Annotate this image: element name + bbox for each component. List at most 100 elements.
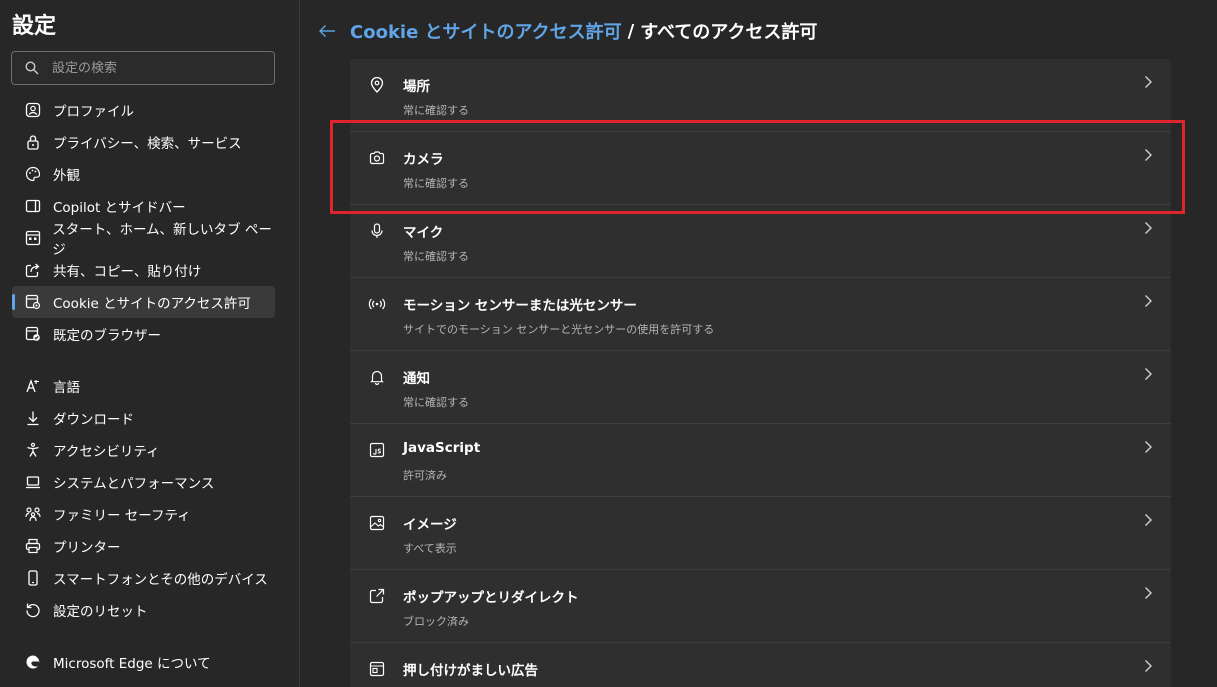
- accessibility-icon: [24, 441, 42, 459]
- permission-row-camera[interactable]: カメラ 常に確認する: [350, 132, 1171, 205]
- breadcrumb-separator: /: [627, 20, 635, 42]
- chevron-right-icon: [1143, 294, 1153, 308]
- sidebar-nav: プロファイル プライバシー、検索、サービス 外観 Copilot とサイドバー …: [12, 94, 275, 678]
- sidebar-item-label: プリンター: [53, 540, 121, 556]
- popup-icon: [368, 587, 386, 605]
- main-content: Cookie とサイトのアクセス許可 / すべてのアクセス許可 場所 常に確認す…: [300, 0, 1217, 687]
- search-box[interactable]: [11, 51, 275, 85]
- printer-icon: [24, 537, 42, 555]
- permission-row-images[interactable]: イメージ すべて表示: [350, 497, 1171, 570]
- sidebar-item-label: ダウンロード: [53, 412, 134, 428]
- chevron-right-icon: [1143, 659, 1153, 673]
- sidebar-item-cookies[interactable]: Cookie とサイトのアクセス許可: [12, 286, 275, 318]
- phone-icon: [24, 569, 42, 587]
- profile-icon: [24, 101, 42, 119]
- sidebar-item-label: スタート、ホーム、新しいタブ ページ: [52, 222, 272, 258]
- permission-row-location[interactable]: 場所 常に確認する: [350, 59, 1171, 132]
- permission-row-motion-sensors[interactable]: モーション センサーまたは光センサー サイトでのモーション センサーと光センサー…: [350, 278, 1171, 351]
- sidebar-item-label: 既定のブラウザー: [53, 328, 161, 344]
- chevron-right-icon: [1143, 221, 1153, 235]
- sidebar-item-label: システムとパフォーマンス: [53, 476, 215, 492]
- permission-status: ブロック済み: [403, 615, 469, 628]
- permission-status: サイトでのモーション センサーと光センサーの使用を許可する: [403, 323, 715, 336]
- sidebar-item-label: プロファイル: [53, 104, 134, 120]
- sidebar-item-appearance[interactable]: 外観: [12, 158, 275, 190]
- permission-status: 常に確認する: [403, 396, 469, 409]
- permission-status: 常に確認する: [403, 177, 469, 190]
- site-permissions-icon: [24, 293, 42, 311]
- sidebar-item-privacy[interactable]: プライバシー、検索、サービス: [12, 126, 275, 158]
- breadcrumb-link[interactable]: Cookie とサイトのアクセス許可: [350, 18, 622, 44]
- permission-title: モーション センサーまたは光センサー: [403, 298, 637, 314]
- sidebar-item-accessibility[interactable]: アクセシビリティ: [12, 434, 275, 466]
- permission-row-intrusive-ads[interactable]: 押し付けがましい広告: [350, 643, 1171, 687]
- sidebar-item-phone[interactable]: スマートフォンとその他のデバイス: [12, 562, 275, 594]
- reset-icon: [24, 601, 42, 619]
- sidebar-item-label: Copilot とサイドバー: [53, 200, 186, 216]
- sidebar-item-label: 言語: [53, 380, 80, 396]
- sidebar-title: 設定: [12, 14, 57, 39]
- permission-row-microphone[interactable]: マイク 常に確認する: [350, 205, 1171, 278]
- camera-icon: [368, 149, 386, 167]
- chevron-right-icon: [1143, 440, 1153, 454]
- permission-status: すべて表示: [403, 542, 457, 555]
- microphone-icon: [368, 222, 386, 240]
- nav-gap: [12, 626, 275, 646]
- sidebar-item-label: Cookie とサイトのアクセス許可: [53, 296, 251, 312]
- family-icon: [24, 505, 42, 523]
- bell-icon: [368, 368, 386, 386]
- javascript-icon: [368, 441, 386, 459]
- chevron-right-icon: [1143, 586, 1153, 600]
- permission-title: イメージ: [403, 517, 457, 533]
- permission-row-notifications[interactable]: 通知 常に確認する: [350, 351, 1171, 424]
- sidebar: 設定 プロファイル プライバシー、検索、サービス 外観: [0, 0, 300, 687]
- sidebar-item-about[interactable]: Microsoft Edge について: [12, 646, 275, 678]
- edge-logo-icon: [24, 653, 42, 671]
- sidebar-item-label: ファミリー セーフティ: [53, 508, 191, 524]
- permission-title: 押し付けがましい広告: [403, 663, 538, 679]
- default-browser-icon: [24, 325, 42, 343]
- sidebar-item-label: 設定のリセット: [53, 604, 148, 620]
- back-arrow-icon[interactable]: [318, 24, 336, 38]
- ads-icon: [368, 660, 386, 678]
- sidebar-item-start-home[interactable]: スタート、ホーム、新しいタブ ページ: [12, 222, 275, 258]
- search-icon: [12, 61, 52, 75]
- sidebar-item-label: アクセシビリティ: [53, 444, 160, 460]
- nav-gap: [12, 350, 275, 370]
- laptop-icon: [24, 473, 42, 491]
- sidebar-item-reset[interactable]: 設定のリセット: [12, 594, 275, 626]
- permission-row-javascript[interactable]: JavaScript 許可済み: [350, 424, 1171, 497]
- sidebar-item-family[interactable]: ファミリー セーフティ: [12, 498, 275, 530]
- palette-icon: [24, 165, 42, 183]
- download-icon: [24, 409, 42, 427]
- sensor-icon: [368, 295, 386, 313]
- chevron-right-icon: [1143, 513, 1153, 527]
- sidebar-item-label: 外観: [53, 168, 80, 184]
- permission-title: 通知: [403, 371, 430, 387]
- sidebar-item-share[interactable]: 共有、コピー、貼り付け: [12, 254, 275, 286]
- permission-row-popups[interactable]: ポップアップとリダイレクト ブロック済み: [350, 570, 1171, 643]
- permission-title: カメラ: [403, 152, 444, 168]
- sidebar-item-language[interactable]: 言語: [12, 370, 275, 402]
- sidebar-item-profile[interactable]: プロファイル: [12, 94, 275, 126]
- sidebar-item-label: プライバシー、検索、サービス: [53, 136, 242, 152]
- share-icon: [24, 261, 42, 279]
- lock-icon: [24, 133, 42, 151]
- permission-title: 場所: [403, 79, 430, 95]
- sidebar-item-label: Microsoft Edge について: [53, 656, 211, 672]
- permission-title: JavaScript: [403, 440, 481, 456]
- permissions-list: 場所 常に確認する カメラ 常に確認する マイク 常に確認する モーション セン…: [350, 59, 1171, 687]
- permission-title: マイク: [403, 225, 444, 241]
- search-input[interactable]: [52, 60, 252, 76]
- sidebar-item-downloads[interactable]: ダウンロード: [12, 402, 275, 434]
- home-grid-icon: [24, 229, 41, 247]
- sidebar-item-printers[interactable]: プリンター: [12, 530, 275, 562]
- chevron-right-icon: [1143, 367, 1153, 381]
- chevron-right-icon: [1143, 148, 1153, 162]
- sidebar-item-default-browser[interactable]: 既定のブラウザー: [12, 318, 275, 350]
- permission-status: 常に確認する: [403, 250, 469, 263]
- language-icon: [24, 377, 42, 395]
- breadcrumb: Cookie とサイトのアクセス許可 / すべてのアクセス許可: [318, 16, 817, 46]
- sidebar-item-system[interactable]: システムとパフォーマンス: [12, 466, 275, 498]
- chevron-right-icon: [1143, 75, 1153, 89]
